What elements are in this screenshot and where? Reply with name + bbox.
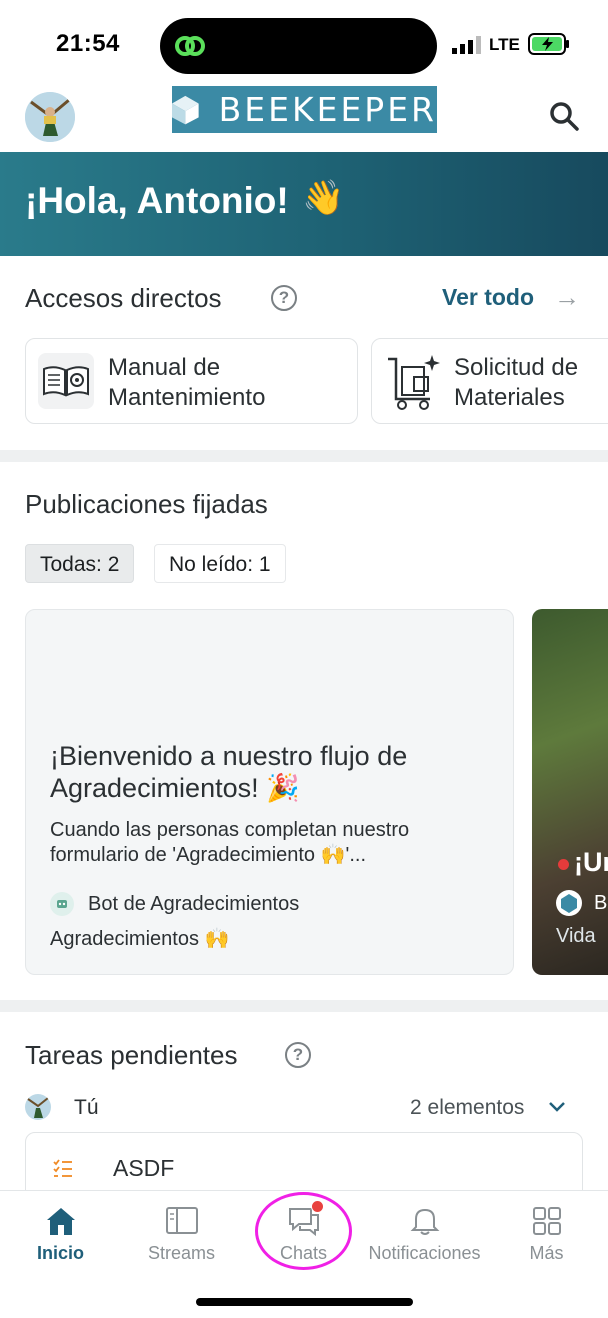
- pinned-post-card[interactable]: ¡Bienvenido a nuestro flujo de Agradecim…: [25, 609, 514, 975]
- pinned-post-stream: Agradecimientos 🙌: [50, 928, 230, 950]
- help-icon[interactable]: ?: [285, 1042, 311, 1068]
- status-bar: 21:54 LTE: [0, 0, 608, 84]
- checklist-icon: [53, 1159, 72, 1177]
- ver-todo-link[interactable]: Ver todo: [442, 284, 534, 311]
- user-avatar[interactable]: [25, 92, 75, 142]
- link-icon: [175, 36, 205, 56]
- pinned-post-stream: Vida: [556, 925, 596, 947]
- brand-name: BEEKEEPER: [218, 90, 437, 129]
- arrow-right-icon[interactable]: →: [554, 282, 580, 313]
- filter-todas[interactable]: Todas: 2: [25, 544, 135, 583]
- wave-emoji: 👋: [302, 179, 345, 217]
- bot-avatar-icon: [50, 892, 74, 916]
- streams-icon: [166, 1207, 198, 1234]
- pinned-post-title: ¡Un: [574, 847, 608, 877]
- tab-notificaciones[interactable]: Notificaciones: [364, 1191, 485, 1281]
- tab-streams[interactable]: Streams: [121, 1191, 242, 1281]
- app-header: BEEKEEPER: [0, 84, 608, 152]
- home-icon: [47, 1208, 75, 1235]
- accesos-title: Accesos directos: [25, 283, 222, 313]
- section-divider: [0, 450, 608, 462]
- network-type: LTE: [489, 35, 520, 54]
- beekeeper-logo: BEEKEEPER: [172, 86, 437, 133]
- shortcut-label: Mantenimiento: [108, 384, 266, 411]
- greeting-text: ¡Hola, Antonio!: [25, 180, 289, 221]
- logo-cube-icon: [172, 95, 199, 125]
- shortcut-manual[interactable]: Manual de Mantenimiento: [25, 338, 358, 424]
- task-label: ASDF: [113, 1155, 175, 1181]
- grid-icon: [533, 1207, 561, 1235]
- user-avatar: [25, 1094, 51, 1120]
- home-indicator[interactable]: [196, 1298, 413, 1306]
- pinned-post-body: Cuando las personas completan nuestro fo…: [50, 819, 410, 866]
- shortcut-label: Manual de: [108, 354, 221, 381]
- beekeeper-avatar-icon: [556, 890, 582, 916]
- tareas-title: Tareas pendientes: [25, 1040, 238, 1070]
- tab-label: Más: [529, 1243, 564, 1263]
- pinned-post-author: Bot de Agradecimientos: [88, 893, 300, 915]
- book-gear-icon: [38, 353, 94, 409]
- shortcut-label: Solicitud de: [454, 354, 579, 381]
- pinned-post-title: ¡Bienvenido a nuestro flujo de Agradecim…: [50, 741, 408, 803]
- shortcut-materiales[interactable]: Solicitud de Materiales: [371, 338, 608, 424]
- status-time: 21:54: [56, 30, 120, 57]
- dynamic-island: [160, 18, 437, 74]
- section-divider: [0, 1000, 608, 1012]
- tab-label: Streams: [147, 1243, 216, 1263]
- filter-no-leido[interactable]: No leído: 1: [154, 544, 286, 583]
- tab-label: Inicio: [36, 1243, 84, 1263]
- cart-boxes-icon: [388, 355, 440, 410]
- chevron-down-icon[interactable]: [547, 1099, 567, 1115]
- pinned-post-card[interactable]: ¡Un B Vida: [532, 609, 608, 975]
- bell-icon: [410, 1208, 440, 1235]
- task-owner: Tú: [74, 1096, 99, 1119]
- search-icon[interactable]: [546, 98, 582, 134]
- tab-inicio[interactable]: Inicio: [0, 1191, 121, 1281]
- help-icon[interactable]: ?: [271, 285, 297, 311]
- pinned-post-author: B: [594, 892, 608, 914]
- shortcut-label: Materiales: [454, 384, 565, 411]
- publicaciones-title: Publicaciones fijadas: [25, 489, 268, 519]
- battery-icon: [528, 33, 569, 55]
- signal-icon: [452, 36, 481, 54]
- highlight-annotation: [255, 1192, 352, 1270]
- unread-dot: [558, 859, 569, 870]
- tab-label: Notificaciones: [368, 1243, 481, 1263]
- tab-mas[interactable]: Más: [486, 1191, 607, 1281]
- task-count[interactable]: 2 elementos: [410, 1096, 524, 1120]
